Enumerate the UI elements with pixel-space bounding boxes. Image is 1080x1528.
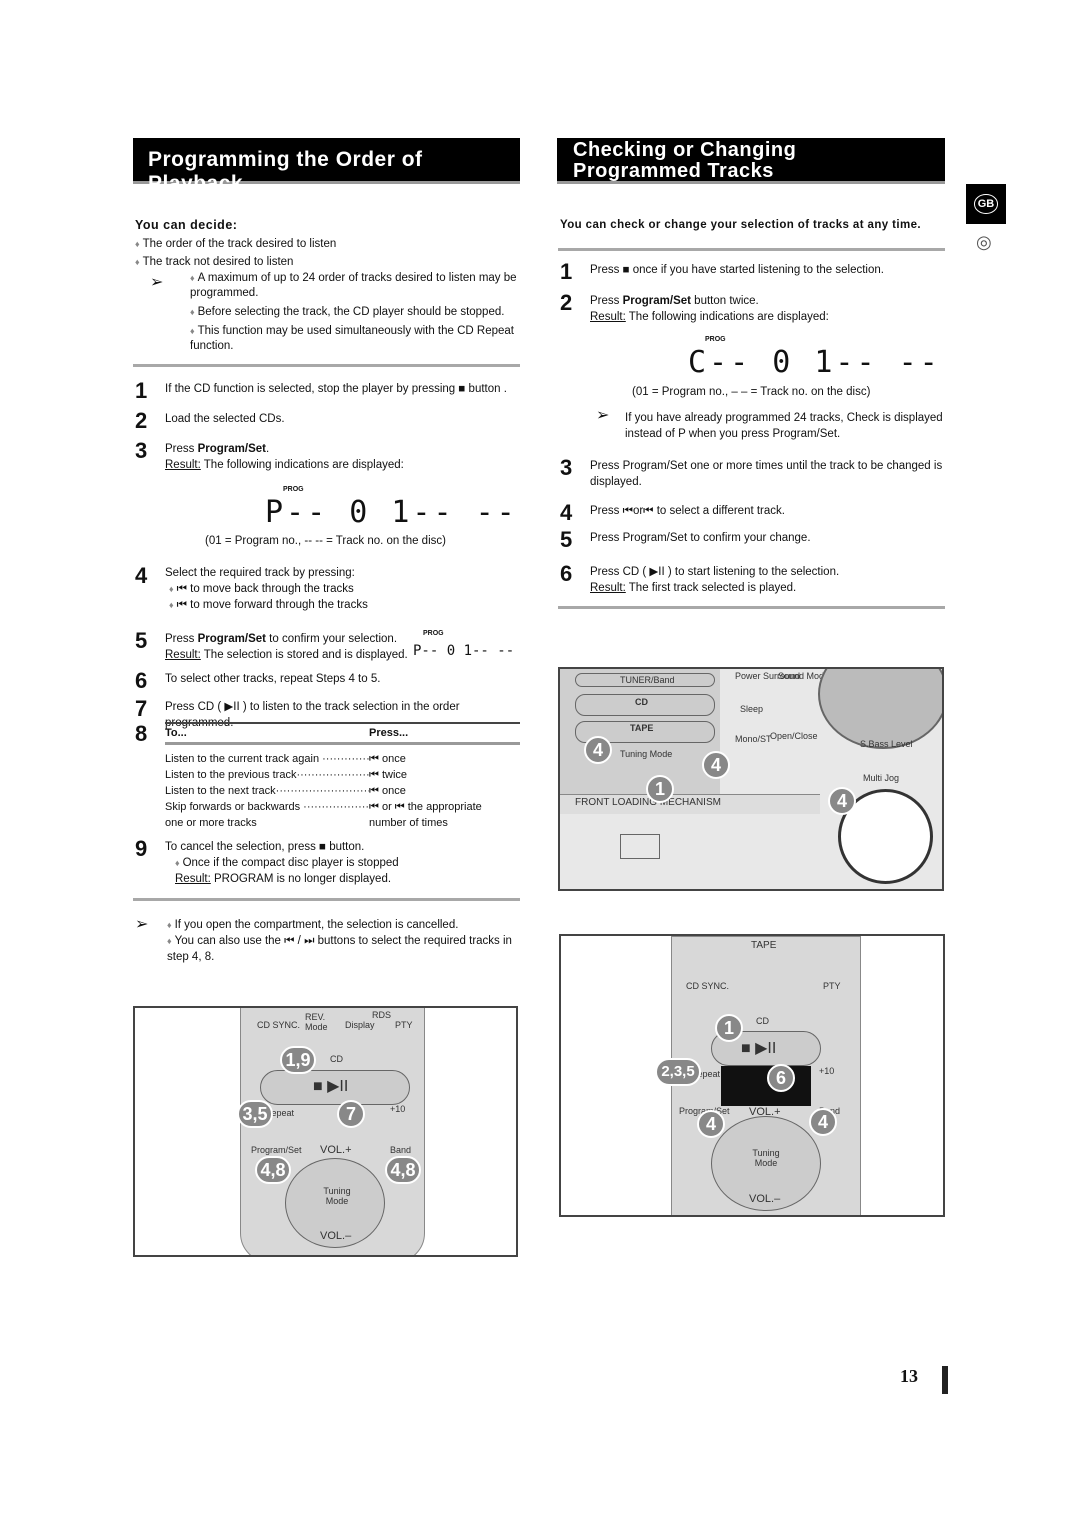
table-row: Listen to the current track again ······… [165, 753, 406, 765]
lcd-legend: (01 = Program no., -- -- = Track no. on … [205, 535, 446, 547]
intro-text: You can check or change your selection o… [560, 219, 921, 231]
note-text: If you have already programmed 24 tracks… [625, 412, 943, 440]
notes: A maximum of up to 24 order of tracks de… [190, 271, 520, 354]
unit-illustration: TUNER/Band CD TAPE Tuning Mode Power Sur… [558, 667, 944, 891]
press-table: To... Press... Listen to the current trac… [165, 722, 520, 831]
table-row: Skip forwards or backwards ·············… [165, 801, 482, 813]
remote-illustration-right: TAPE CD SYNC. PTY CD ■ ▶II Repeat +10 Pr… [559, 934, 945, 1217]
lcd-legend: (01 = Program no., – – = Track no. on th… [632, 386, 871, 398]
prog-indicator: PROG [423, 630, 444, 637]
table-row: one or more tracks number of times [165, 817, 448, 829]
page-number-bar [942, 1366, 948, 1394]
left-column: You can decide: The order of the track d… [133, 218, 520, 918]
divider [133, 364, 520, 367]
step-5: 5 Press Program/Set to confirm your chang… [560, 527, 811, 552]
step-5: 5 Press Program/Set to confirm your sele… [135, 628, 515, 661]
lcd-display: C-- 0 1-- -- [688, 345, 941, 380]
note-arrow-icon: ➢ [150, 274, 164, 291]
table-row: Listen to the next track················… [165, 785, 406, 797]
divider [133, 898, 520, 901]
tip-item: You can also use the ⏮ / ⏭ buttons to se… [167, 933, 520, 965]
note-arrow-icon: ➢ [135, 916, 149, 933]
prog-indicator: PROG [705, 336, 726, 343]
language-badge: GB [966, 184, 1006, 224]
step-4: 4 Select the required track by pressing:… [135, 563, 520, 613]
right-column: You can check or change your selection o… [558, 219, 945, 619]
divider [558, 606, 945, 609]
lcd-display: P-- 0 1-- -- [265, 495, 518, 530]
step-4: 4 Press ⏮or⏮ to select a different track. [560, 500, 785, 525]
step-1: 1 If the CD function is selected, stop th… [135, 378, 507, 403]
prog-indicator: PROG [283, 486, 304, 493]
note-item: A maximum of up to 24 order of tracks de… [190, 271, 520, 301]
right-section-title: Checking or Changing Programmed Tracks [557, 138, 945, 184]
note-item: Before selecting the track, the CD playe… [190, 305, 520, 320]
tips: ➢ If you open the compartment, the selec… [135, 916, 520, 965]
decide-heading: You can decide: [135, 218, 238, 232]
lang-label: GB [973, 194, 999, 214]
page-number: 13 [900, 1366, 918, 1386]
decide-item: The track not desired to listen [135, 253, 520, 271]
left-section-title: Programming the Order of Playback [133, 138, 520, 195]
step-9: 9 To cancel the selection, press ■ butto… [135, 836, 520, 887]
step-3: 3 Press Program/Set one or more times unt… [560, 455, 943, 488]
step-6: 6 To select other tracks, repeat Steps 4 … [135, 668, 381, 693]
step-1: 1 Press ■ once if you have started listen… [560, 259, 884, 284]
step-2: 2 Press Program/Set button twice. Result:… [560, 290, 941, 398]
decide-item: The order of the track desired to listen [135, 235, 520, 253]
remote-illustration-left: CD SYNC. REV. Mode Display RDS PTY CD ■ … [133, 1006, 518, 1257]
note-item: This function may be used simultaneously… [190, 324, 520, 354]
disc-icon: ◎ [976, 232, 992, 252]
note-arrow-icon: ➢ [596, 407, 610, 424]
step-3: 3 Press Program/Set. Result: The followin… [135, 438, 518, 547]
tip-item: If you open the compartment, the selecti… [167, 917, 520, 933]
divider [558, 248, 945, 251]
step-2: 2 Load the selected CDs. [135, 408, 285, 433]
table-row: Listen to the previous track············… [165, 769, 408, 781]
lcd-display-small: P-- 0 1-- -- [413, 643, 515, 659]
step-6: 6 Press CD ( ▶II ) to start listening to … [560, 561, 840, 594]
